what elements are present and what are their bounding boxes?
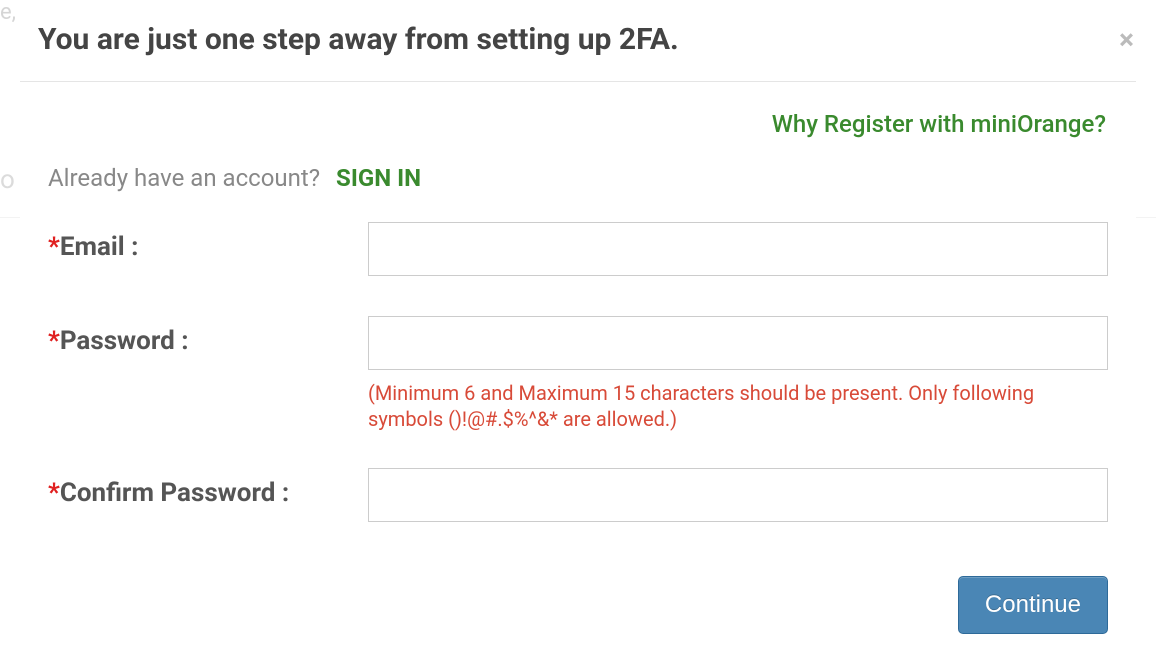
email-row: *Email :	[20, 222, 1136, 316]
button-row: Continue	[20, 562, 1136, 654]
password-label: *Password :	[48, 316, 368, 356]
required-star: *	[48, 232, 60, 262]
already-account-text: Already have an account?	[48, 164, 320, 192]
password-input-wrap: (Minimum 6 and Maximum 15 characters sho…	[368, 316, 1108, 432]
confirm-password-row: *Confirm Password :	[20, 468, 1136, 562]
setup-2fa-modal: You are just one step away from setting …	[20, 0, 1136, 654]
password-row: *Password : (Minimum 6 and Maximum 15 ch…	[20, 316, 1136, 468]
email-label-text: Email :	[60, 232, 139, 262]
required-star: *	[48, 326, 60, 356]
continue-button[interactable]: Continue	[958, 576, 1108, 634]
confirm-label-text: Confirm Password :	[60, 478, 289, 508]
confirm-password-label: *Confirm Password :	[48, 468, 368, 508]
password-label-text: Password :	[60, 326, 189, 356]
why-register-link[interactable]: Why Register with miniOrange?	[20, 82, 1136, 138]
signin-link[interactable]: SIGN IN	[336, 164, 421, 192]
password-field[interactable]	[368, 316, 1108, 370]
close-icon[interactable]: ×	[1119, 23, 1136, 56]
modal-title: You are just one step away from setting …	[38, 22, 679, 57]
email-label: *Email :	[48, 222, 368, 262]
confirm-password-field[interactable]	[368, 468, 1108, 522]
already-account-row: Already have an account? SIGN IN	[20, 138, 1136, 222]
modal-header: You are just one step away from setting …	[20, 0, 1136, 82]
password-hint: (Minimum 6 and Maximum 15 characters sho…	[368, 370, 1108, 432]
email-field[interactable]	[368, 222, 1108, 276]
confirm-input-wrap	[368, 468, 1108, 522]
required-star: *	[48, 478, 60, 508]
email-input-wrap	[368, 222, 1108, 276]
